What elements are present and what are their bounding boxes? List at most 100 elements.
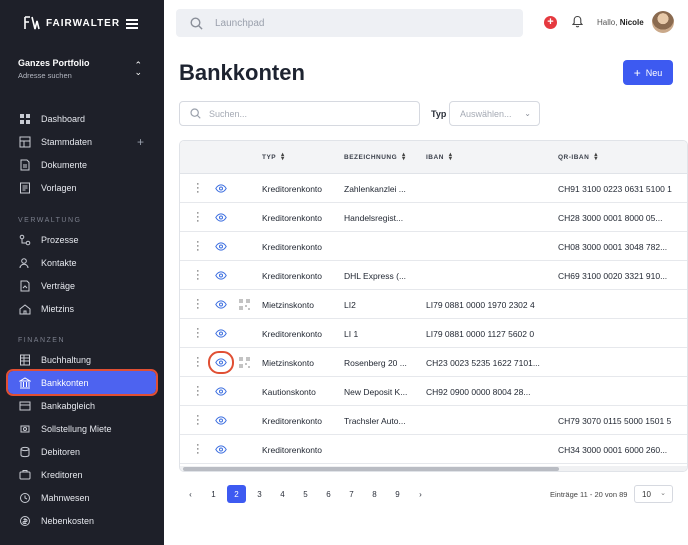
sidebar-item-bankabgleich[interactable]: Bankabgleich	[8, 394, 156, 417]
page-button-8[interactable]: 8	[363, 485, 386, 503]
view-eye-icon[interactable]	[215, 242, 227, 251]
launchpad-input[interactable]	[215, 17, 495, 29]
column-label: QR-IBAN	[558, 153, 590, 161]
sidebar-item-label: Nebenkosten	[41, 515, 95, 526]
sidebar-item-mietzins[interactable]: Mietzins	[8, 297, 156, 320]
sidebar-item-sollstellung-miete[interactable]: Sollstellung Miete	[8, 417, 156, 440]
page-button-2[interactable]: 2	[227, 485, 246, 503]
sidebar-item-bankkonten[interactable]: Bankkonten	[6, 369, 158, 396]
view-eye-icon[interactable]	[208, 351, 234, 374]
sidebar-item-stammdaten[interactable]: Stammdaten +	[8, 130, 156, 153]
view-eye-icon[interactable]	[215, 300, 227, 309]
section-verwaltung: VERWALTUNG	[18, 217, 82, 224]
table-row[interactable]: · · · Kreditorenkonto Trachsler Auto... CH79 …	[180, 406, 687, 435]
prev-page-button[interactable]: ‹	[179, 485, 202, 503]
bell-icon[interactable]	[572, 15, 583, 28]
sidebar-item-label: Debitoren	[41, 446, 81, 457]
qr-code-icon[interactable]	[239, 357, 250, 368]
sidebar-item-nebenkosten[interactable]: Nebenkosten	[8, 509, 156, 532]
type-filter-select[interactable]: Auswählen... ⌄	[449, 101, 540, 126]
cell-bezeichnung: Trachsler Auto...	[344, 416, 406, 426]
column-header-typ[interactable]: TYP ▴ ▾	[262, 152, 285, 162]
view-eye-icon[interactable]	[215, 329, 227, 338]
view-eye-icon[interactable]	[215, 387, 227, 396]
sidebar-item-kreditoren[interactable]: Kreditoren	[8, 463, 156, 486]
type-filter-label: Typ	[431, 109, 447, 119]
more-actions-icon[interactable]: · · ·	[196, 266, 200, 285]
page-button-1[interactable]: 1	[202, 485, 225, 503]
user-name: Nicole	[619, 18, 644, 27]
menu-toggle-icon[interactable]	[126, 19, 138, 29]
view-eye-icon[interactable]	[215, 445, 227, 454]
view-eye-icon[interactable]	[215, 213, 227, 222]
more-actions-icon[interactable]: · · ·	[196, 295, 200, 314]
table-row[interactable]: · · · Mietzinskonto Rosenberg 20 ... CH23 002…	[180, 348, 687, 377]
column-header-iban[interactable]: IBAN ▴ ▾	[426, 152, 452, 162]
table-search-input[interactable]	[209, 108, 409, 119]
table-row[interactable]: · · · Kreditorenkonto LI 1 LI79 0881 0000 112…	[180, 319, 687, 348]
table-row[interactable]: · · · Kreditorenkonto Zahlenkanzlei ... CH91 …	[180, 174, 687, 203]
page-button-6[interactable]: 6	[317, 485, 340, 503]
more-actions-icon[interactable]: · · ·	[196, 179, 200, 198]
more-actions-icon[interactable]: · · ·	[196, 237, 200, 256]
quick-add-icon[interactable]: +	[544, 16, 557, 29]
table-search[interactable]	[179, 101, 420, 126]
more-actions-icon[interactable]: · · ·	[196, 208, 200, 227]
sidebar-item-dokumente[interactable]: Dokumente	[8, 153, 156, 176]
sidebar-item-dashboard[interactable]: Dashboard	[8, 107, 156, 130]
section-finanzen: FINANZEN	[18, 337, 65, 344]
avatar[interactable]	[652, 11, 674, 33]
chevron-down-icon: ⌄	[660, 490, 666, 497]
more-actions-icon[interactable]: · · ·	[196, 440, 200, 459]
cell-iban: CH92 0900 0000 8004 28...	[426, 387, 531, 397]
view-eye-icon[interactable]	[215, 416, 227, 425]
page-button-9[interactable]: 9	[386, 485, 409, 503]
next-page-button[interactable]: ›	[409, 485, 432, 503]
sidebar-item-kontakte[interactable]: Kontakte	[8, 251, 156, 274]
sidebar-item-label: Vorlagen	[41, 182, 77, 193]
pagination: ‹ 1 2 3 4 5 6 7 8 9 ›	[179, 485, 432, 503]
more-actions-icon[interactable]: · · ·	[196, 324, 200, 343]
brand-logo[interactable]: FAIRWALTER	[24, 16, 120, 30]
table-row[interactable]: · · · Mietzinskonto LI2 LI79 0881 0000 1970 2…	[180, 290, 687, 319]
page-button-4[interactable]: 4	[271, 485, 294, 503]
sidebar-item-label: Kontakte	[41, 257, 77, 268]
page-size-select[interactable]: 10 ⌄	[634, 485, 673, 503]
page-size-value: 10	[642, 489, 651, 499]
add-icon[interactable]: +	[137, 135, 144, 149]
sidebar-item-buchhaltung[interactable]: Buchhaltung	[8, 348, 156, 371]
table-row[interactable]: · · · Kreditorenkonto Handelsregist... CH28 3…	[180, 203, 687, 232]
column-label: TYP	[262, 153, 277, 161]
new-bank-account-button[interactable]: + Neu	[623, 60, 673, 85]
main-content: Bankkonten + Neu Typ Auswählen... ⌄ TYP ▴▾…	[164, 45, 688, 545]
more-actions-icon[interactable]: · · ·	[196, 411, 200, 430]
portfolio-selector[interactable]: Ganzes Portfolio Adresse suchen ⌃ ⌄	[18, 58, 148, 80]
sidebar-item-prozesse[interactable]: Prozesse	[8, 228, 156, 251]
cell-typ: Mietzinskonto	[262, 300, 314, 310]
column-header-qr-iban[interactable]: QR-IBAN ▴ ▾	[558, 152, 598, 162]
table-row[interactable]: · · · Kautionskonto New Deposit K... CH92 090…	[180, 377, 687, 406]
sidebar-item-vorlagen[interactable]: Vorlagen	[8, 176, 156, 199]
database-icon	[19, 136, 31, 148]
sidebar-item-verträge[interactable]: Verträge	[8, 274, 156, 297]
page-button-3[interactable]: 3	[248, 485, 271, 503]
plus-icon: +	[633, 65, 641, 80]
sidebar-item-debitoren[interactable]: Debitoren	[8, 440, 156, 463]
horizontal-scrollbar[interactable]	[180, 466, 687, 471]
more-actions-icon[interactable]: · · ·	[196, 353, 200, 372]
view-eye-icon[interactable]	[215, 271, 227, 280]
more-actions-icon[interactable]: · · ·	[196, 382, 200, 401]
sidebar-item-mahnwesen[interactable]: Mahnwesen	[8, 486, 156, 509]
cell-typ: Kreditorenkonto	[262, 416, 323, 426]
page-button-7[interactable]: 7	[340, 485, 363, 503]
qr-code-icon[interactable]	[239, 299, 250, 310]
table-row[interactable]: · · · Kreditorenkonto CH08 3000 0001 3048 78…	[180, 232, 687, 261]
table-row[interactable]: · · · Kreditorenkonto CH34 3000 0001 6000 26…	[180, 435, 687, 464]
scrollbar-thumb[interactable]	[183, 467, 559, 471]
cell-qr-iban: CH79 3070 0115 5000 1501 5	[558, 416, 672, 426]
table-row[interactable]: · · · Kreditorenkonto DHL Express (... CH69 3…	[180, 261, 687, 290]
launchpad-search[interactable]	[176, 9, 523, 37]
page-button-5[interactable]: 5	[294, 485, 317, 503]
view-eye-icon[interactable]	[215, 184, 227, 193]
column-header-bezeichnung[interactable]: BEZEICHNUNG ▴ ▾	[344, 152, 406, 162]
